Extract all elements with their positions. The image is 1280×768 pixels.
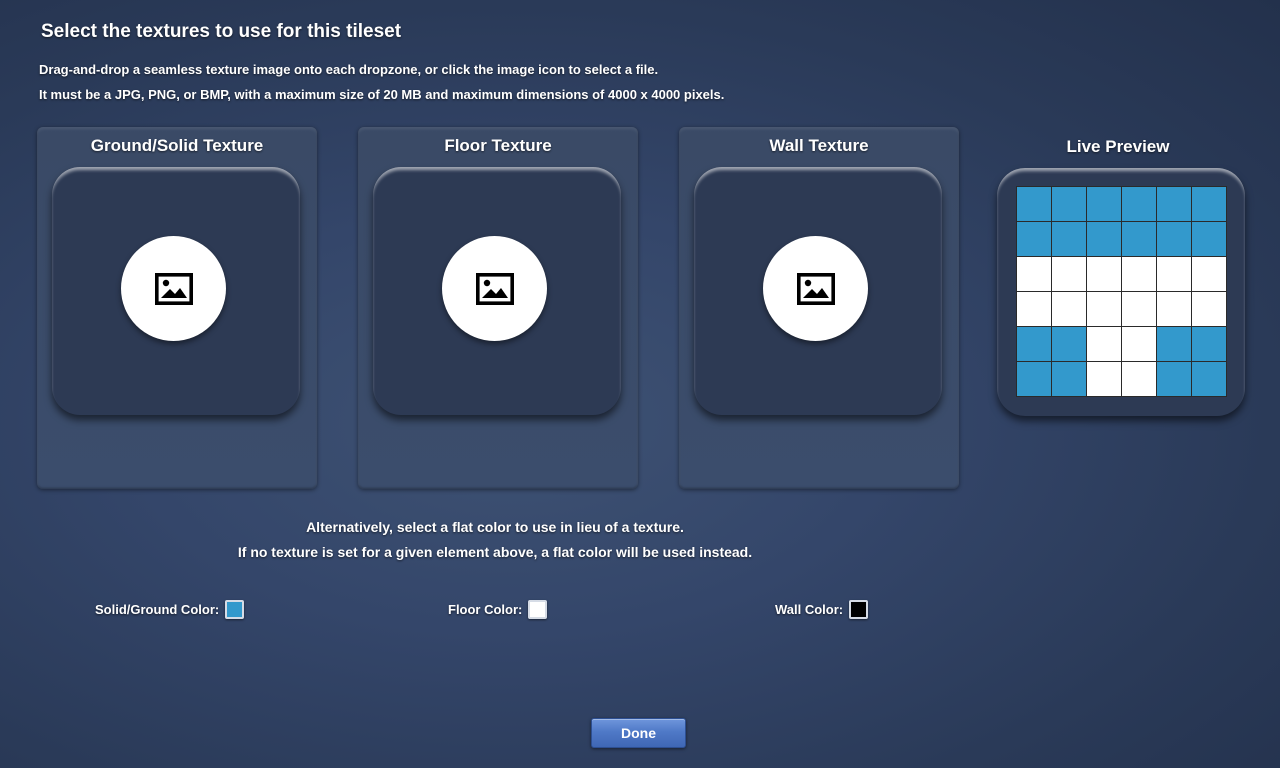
ground-texture-title: Ground/Solid Texture (90, 136, 264, 155)
floor-color-swatch[interactable] (528, 599, 548, 619)
preview-cell (1052, 222, 1086, 256)
live-preview-title: Live Preview (1066, 137, 1170, 156)
instruction-line-1: Drag-and-drop a seamless texture image o… (39, 62, 659, 77)
preview-cell (1122, 327, 1156, 361)
preview-cell (1017, 292, 1051, 326)
instruction-line-2: It must be a JPG, PNG, or BMP, with a ma… (39, 87, 725, 102)
preview-cell (1087, 257, 1121, 291)
ground-texture-dropzone[interactable] (52, 167, 300, 415)
preview-cell (1087, 362, 1121, 396)
wall-color-row: Wall Color: (775, 598, 869, 620)
live-preview-grid (1016, 186, 1227, 397)
image-icon (154, 272, 193, 305)
ground-texture-panel: Ground/Solid Texture (37, 127, 317, 489)
preview-cell (1157, 187, 1191, 221)
preview-cell (1052, 257, 1086, 291)
preview-cell (1192, 222, 1226, 256)
preview-cell (1192, 292, 1226, 326)
preview-cell (1052, 327, 1086, 361)
preview-cell (1052, 187, 1086, 221)
preview-cell (1087, 187, 1121, 221)
image-icon (796, 272, 835, 305)
preview-cell (1122, 257, 1156, 291)
preview-cell (1087, 292, 1121, 326)
preview-cell (1157, 362, 1191, 396)
solid-color-row: Solid/Ground Color: (95, 598, 245, 620)
preview-cell (1157, 327, 1191, 361)
preview-cell (1122, 292, 1156, 326)
wall-color-swatch[interactable] (849, 599, 869, 619)
floor-texture-title: Floor Texture (444, 136, 552, 155)
floor-texture-panel: Floor Texture (358, 127, 638, 489)
preview-cell (1052, 292, 1086, 326)
wall-texture-title: Wall Texture (769, 136, 869, 155)
preview-cell (1122, 187, 1156, 221)
floor-texture-dropzone[interactable] (373, 167, 621, 415)
ground-image-select-button[interactable] (121, 236, 226, 341)
preview-cell (1157, 292, 1191, 326)
preview-cell (1087, 327, 1121, 361)
solid-color-label: Solid/Ground Color: (95, 601, 220, 617)
page-title: Select the textures to use for this tile… (41, 21, 402, 42)
wall-texture-panel: Wall Texture (679, 127, 959, 489)
preview-cell (1087, 222, 1121, 256)
image-icon (475, 272, 514, 305)
done-button[interactable]: Done (591, 718, 686, 748)
preview-cell (1192, 327, 1226, 361)
preview-cell (1192, 257, 1226, 291)
preview-cell (1157, 222, 1191, 256)
solid-color-swatch[interactable] (225, 599, 245, 619)
live-preview-box (997, 168, 1245, 416)
wall-color-label: Wall Color: (775, 601, 844, 617)
preview-cell (1017, 257, 1051, 291)
preview-cell (1052, 362, 1086, 396)
wall-texture-dropzone[interactable] (694, 167, 942, 415)
preview-cell (1017, 222, 1051, 256)
alternative-line-2: If no texture is set for a given element… (237, 544, 753, 560)
floor-color-row: Floor Color: (448, 598, 548, 620)
floor-image-select-button[interactable] (442, 236, 547, 341)
wall-image-select-button[interactable] (763, 236, 868, 341)
preview-cell (1192, 187, 1226, 221)
preview-cell (1122, 362, 1156, 396)
preview-cell (1017, 327, 1051, 361)
preview-cell (1017, 362, 1051, 396)
alternative-line-1: Alternatively, select a flat color to us… (306, 519, 684, 535)
preview-cell (1017, 187, 1051, 221)
preview-cell (1192, 362, 1226, 396)
preview-cell (1122, 222, 1156, 256)
preview-cell (1157, 257, 1191, 291)
floor-color-label: Floor Color: (448, 601, 523, 617)
